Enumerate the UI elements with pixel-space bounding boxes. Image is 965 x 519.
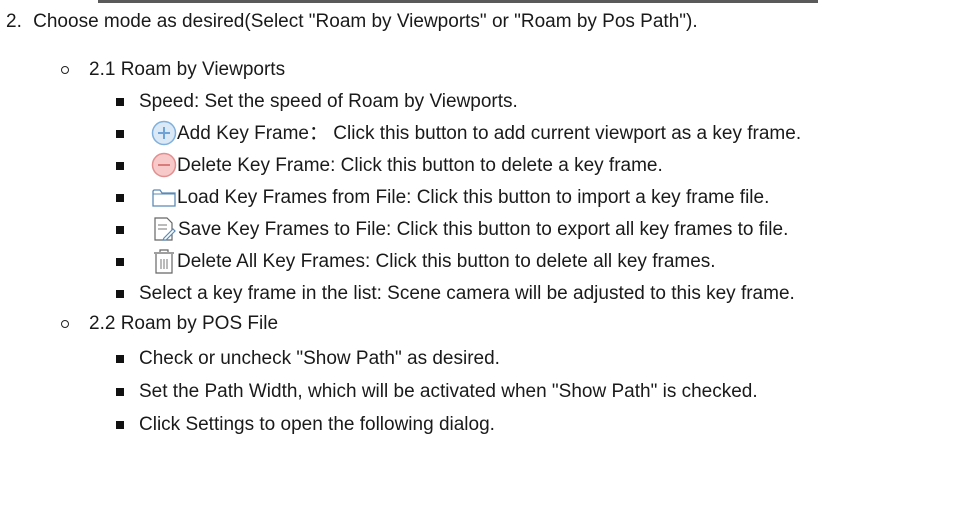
list-item-show-path: Check or uncheck "Show Path" as desired. xyxy=(139,348,500,369)
list-item-settings: Click Settings to open the following dia… xyxy=(139,414,495,435)
step-number: 2. xyxy=(6,11,22,32)
list-item-add-key-frame: Add Key Frame： Click this button to add … xyxy=(177,123,802,144)
list-item-save-key-frames: Save Key Frames to File: Click this butt… xyxy=(178,219,789,240)
square-bullet xyxy=(116,226,124,234)
square-bullet xyxy=(116,162,124,170)
square-bullet xyxy=(116,355,124,363)
list-item-select-key-frame: Select a key frame in the list: Scene ca… xyxy=(139,283,795,304)
list-item-delete-key-frame: Delete Key Frame: Click this button to d… xyxy=(177,155,663,176)
square-bullet xyxy=(116,130,124,138)
section-title-pos-file: 2.2 Roam by POS File xyxy=(89,313,279,334)
square-bullet xyxy=(116,388,124,396)
list-item-speed: Speed: Set the speed of Roam by Viewport… xyxy=(139,91,518,112)
circle-bullet xyxy=(61,66,69,74)
step-line: 2. Choose mode as desired(Select "Roam b… xyxy=(6,10,698,34)
step-text: Choose mode as desired(Select "Roam by V… xyxy=(33,11,698,32)
square-bullet xyxy=(116,421,124,429)
square-bullet xyxy=(116,290,124,298)
folder-icon xyxy=(151,184,177,210)
list-item-load-key-frames: Load Key Frames from File: Click this bu… xyxy=(177,187,770,208)
screenshot-bottom-edge xyxy=(98,0,818,3)
square-bullet xyxy=(116,98,124,106)
trash-icon xyxy=(151,248,177,274)
delete-key-frame-icon xyxy=(151,152,177,178)
square-bullet xyxy=(116,258,124,266)
square-bullet xyxy=(116,194,124,202)
add-key-frame-icon xyxy=(151,120,177,146)
section-title-viewports: 2.1 Roam by Viewports xyxy=(89,59,286,80)
list-item-path-width: Set the Path Width, which will be activa… xyxy=(139,381,758,402)
circle-bullet xyxy=(61,320,69,328)
list-item-delete-all-key-frames: Delete All Key Frames: Click this button… xyxy=(177,251,716,272)
save-file-icon xyxy=(151,216,177,242)
